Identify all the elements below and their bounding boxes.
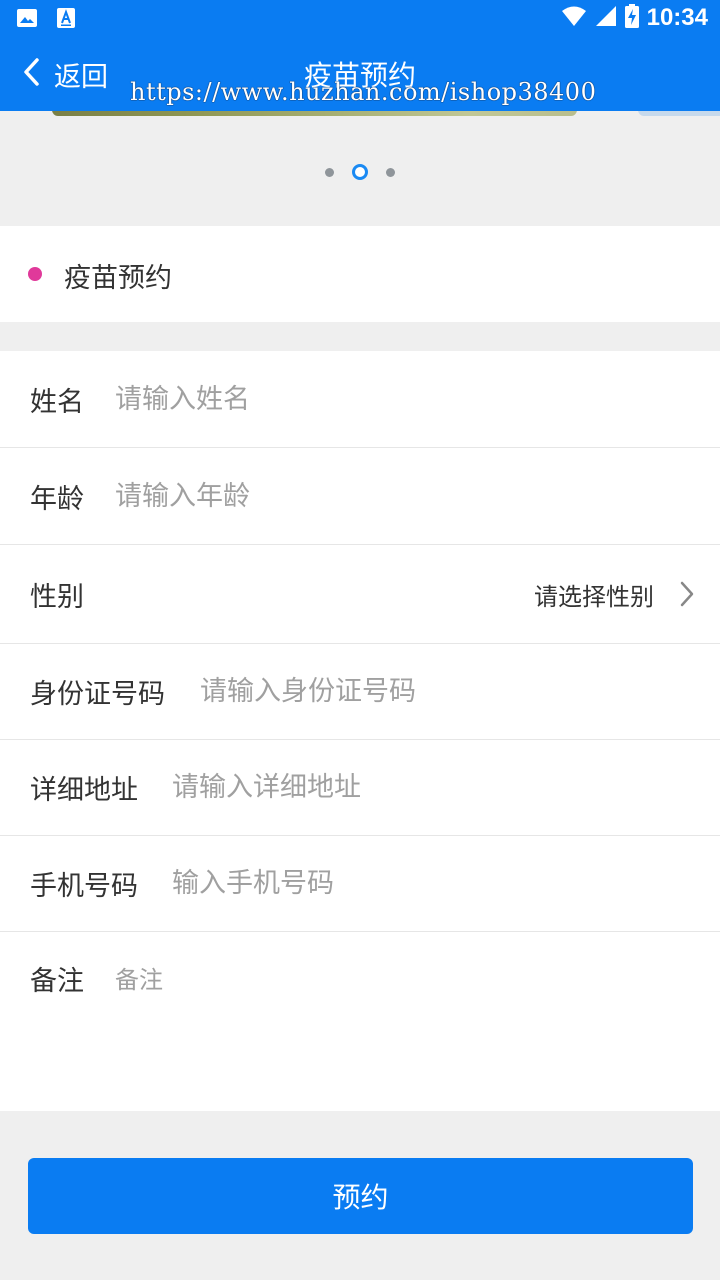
carousel-dot[interactable] bbox=[386, 167, 395, 177]
carousel-indicator bbox=[0, 164, 720, 180]
chevron-right-icon[interactable] bbox=[680, 581, 694, 611]
remark-textarea[interactable] bbox=[115, 960, 695, 1080]
section-header: 疫苗预约 bbox=[0, 226, 720, 322]
section-title: 疫苗预约 bbox=[64, 263, 172, 294]
form-row-phone: 手机号码 bbox=[0, 836, 720, 932]
submit-appointment-button[interactable]: 预约 bbox=[28, 1158, 693, 1234]
status-time: 10:34 bbox=[646, 4, 708, 31]
gender-select[interactable]: 性别 请选择性别 bbox=[0, 545, 720, 644]
phone-label: 手机号码 bbox=[30, 871, 138, 902]
wifi-icon bbox=[561, 5, 587, 31]
banner-slide-next[interactable] bbox=[638, 111, 720, 116]
signal-icon bbox=[595, 5, 617, 31]
gender-label: 性别 bbox=[30, 581, 84, 613]
form-row-address: 详细地址 bbox=[0, 740, 720, 836]
gender-select-value[interactable]: 请选择性别 bbox=[534, 545, 654, 643]
name-label: 姓名 bbox=[30, 386, 84, 418]
battery-charging-icon bbox=[624, 4, 639, 32]
carousel-dot-active[interactable] bbox=[352, 164, 368, 180]
watermark-text: https://www.huzhan.com/ishop38400 bbox=[130, 78, 597, 106]
id-number-label: 身份证号码 bbox=[30, 679, 165, 710]
age-label: 年龄 bbox=[30, 483, 84, 515]
age-input[interactable] bbox=[115, 448, 700, 544]
form-row-id-number: 身份证号码 bbox=[0, 644, 720, 740]
section-bullet bbox=[28, 267, 42, 281]
form-row-age: 年龄 bbox=[0, 448, 720, 545]
image-icon bbox=[16, 8, 38, 32]
status-bar: 10:34 bbox=[0, 0, 720, 36]
name-input[interactable] bbox=[115, 351, 700, 447]
address-label: 详细地址 bbox=[30, 775, 138, 806]
accessibility-a-icon bbox=[56, 7, 76, 33]
phone-input[interactable] bbox=[172, 836, 700, 931]
carousel-dot[interactable] bbox=[325, 167, 334, 177]
banner-carousel[interactable] bbox=[0, 111, 720, 226]
appointment-form: 姓名 年龄 性别 请选择性别 身份证号码 详细地址 手机号码 备注 bbox=[0, 351, 720, 1111]
remark-label: 备注 bbox=[30, 965, 84, 997]
id-number-input[interactable] bbox=[200, 644, 700, 739]
banner-slide-image[interactable] bbox=[52, 111, 577, 116]
address-input[interactable] bbox=[172, 740, 700, 835]
form-row-remark: 备注 bbox=[0, 932, 720, 1111]
form-row-name: 姓名 bbox=[0, 351, 720, 448]
